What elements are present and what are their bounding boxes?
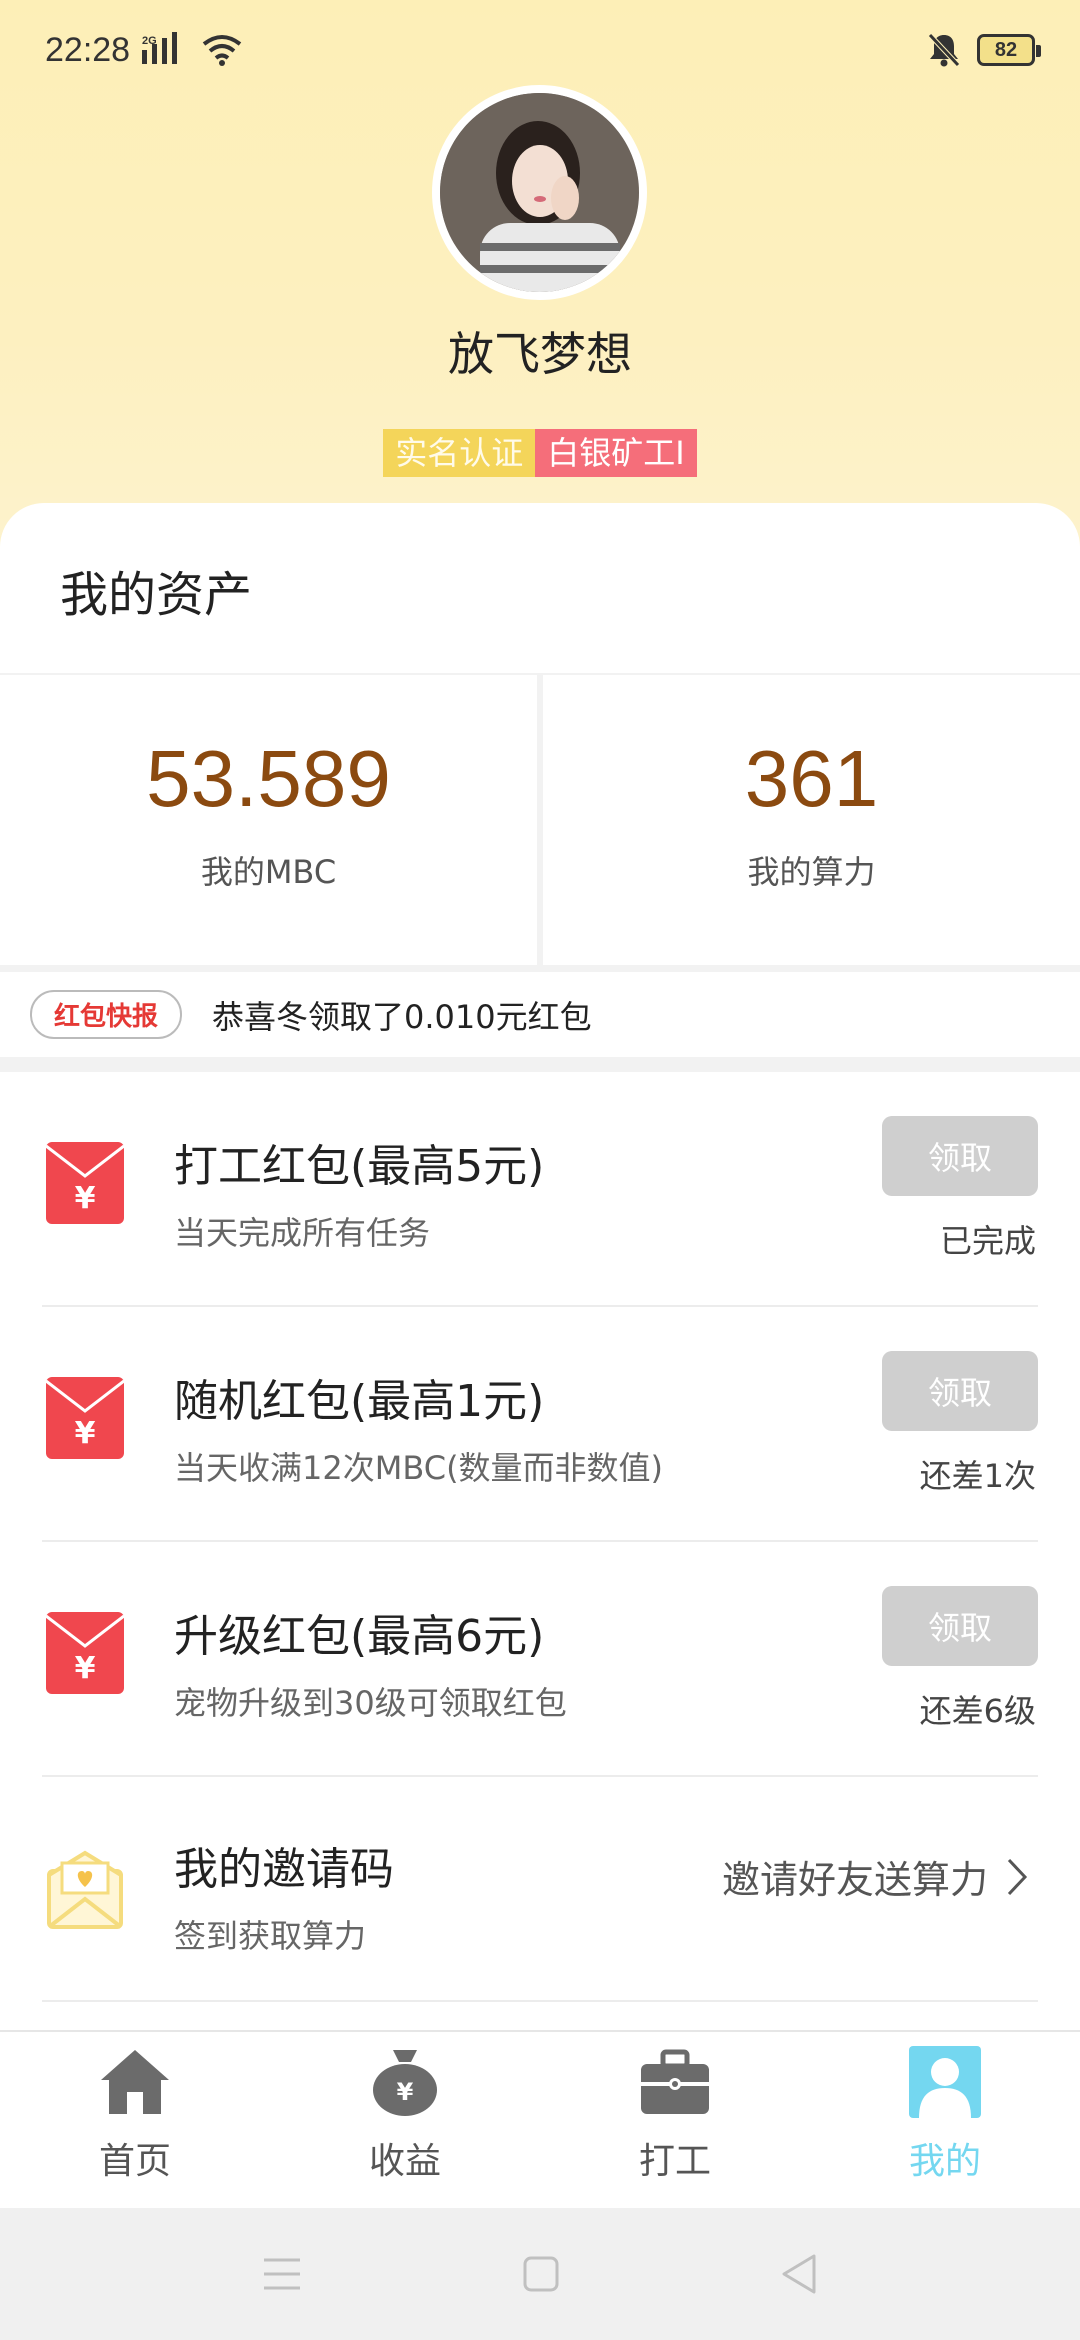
task-title: 随机红包(最高1元) xyxy=(174,1376,545,1427)
money-bag-icon: ¥ xyxy=(373,2050,437,2116)
nav-label-work: 打工 xyxy=(638,2141,711,2182)
menu-icon[interactable] xyxy=(262,2256,302,2292)
assets-title: 我的资产 xyxy=(60,567,253,623)
divider xyxy=(42,2000,1038,2002)
red-envelope-icon: ¥ xyxy=(46,1612,124,1694)
svg-text:¥: ¥ xyxy=(75,1651,96,1686)
invite-subtitle: 签到获取算力 xyxy=(174,1917,367,1955)
nav-label-home: 首页 xyxy=(98,2141,171,2182)
task-list: ¥ 打工红包(最高5元) 当天完成所有任务 领取 已完成 ¥ 随机红包(最高1元… xyxy=(0,1072,1080,2030)
profile-icon xyxy=(909,2046,981,2118)
status-time: 22:28 xyxy=(45,30,131,69)
assets-card: 我的资产 xyxy=(0,503,1080,673)
power-value: 361 xyxy=(744,734,879,823)
ticker-tag: 红包快报 xyxy=(30,990,183,1039)
invite-row[interactable]: 我的邀请码 签到获取算力 邀请好友送算力 xyxy=(0,1777,1080,2002)
battery-indicator: 82 xyxy=(977,34,1041,66)
nav-label-earnings: 收益 xyxy=(368,2141,441,2182)
avatar-image xyxy=(440,93,639,292)
task-subtitle: 宠物升级到30级可领取红包 xyxy=(174,1684,567,1722)
system-nav-bar xyxy=(0,2208,1080,2340)
verified-badge[interactable]: 实名认证 xyxy=(383,429,536,477)
red-envelope-icon: ¥ xyxy=(46,1142,124,1224)
news-ticker: 红包快报 恭喜冬领取了0.010元红包 xyxy=(0,972,1080,1057)
bottom-nav: 首页 ¥ 收益 打工 我的 xyxy=(0,2030,1080,2208)
nav-item-mine[interactable]: 我的 xyxy=(810,2032,1080,2208)
nav-item-work[interactable]: 打工 xyxy=(540,2032,810,2208)
task-subtitle: 当天完成所有任务 xyxy=(174,1214,431,1252)
nav-item-earnings[interactable]: ¥ 收益 xyxy=(270,2032,540,2208)
home-square-icon[interactable] xyxy=(522,2255,560,2293)
task-title: 升级红包(最高6元) xyxy=(174,1611,545,1662)
wifi-icon xyxy=(202,35,242,66)
asset-stats: 53.589 我的MBC 361 我的算力 xyxy=(0,675,1080,965)
mbc-label: 我的MBC xyxy=(200,853,337,891)
svg-text:¥: ¥ xyxy=(75,1416,96,1451)
task-status: 还差6级 xyxy=(919,1692,1036,1730)
claim-button[interactable]: 领取 xyxy=(882,1351,1038,1431)
svg-text:¥: ¥ xyxy=(397,2078,414,2106)
red-envelope-icon: ¥ xyxy=(46,1377,124,1459)
claim-button[interactable]: 领取 xyxy=(882,1586,1038,1666)
invite-envelope-icon xyxy=(47,1850,123,1929)
back-triangle-icon[interactable] xyxy=(780,2253,818,2295)
invite-link[interactable]: 邀请好友送算力 xyxy=(722,1849,1028,1904)
task-status: 还差1次 xyxy=(919,1457,1036,1495)
list-item: ¥ 随机红包(最高1元) 当天收满12次MBC(数量而非数值) 领取 还差1次 xyxy=(0,1307,1080,1542)
mute-bell-icon xyxy=(928,33,960,67)
invite-link-label: 邀请好友送算力 xyxy=(721,1858,988,1902)
home-icon xyxy=(101,2050,169,2114)
username: 放飞梦想 xyxy=(448,327,632,381)
invite-title: 我的邀请码 xyxy=(174,1844,394,1895)
power-stat[interactable]: 361 我的算力 xyxy=(543,675,1080,965)
avatar[interactable] xyxy=(432,85,647,300)
badge-group: 实名认证 白银矿工I xyxy=(0,429,1080,477)
svg-text:¥: ¥ xyxy=(75,1181,96,1216)
nav-item-home[interactable]: 首页 xyxy=(0,2032,270,2208)
claim-button[interactable]: 领取 xyxy=(882,1116,1038,1196)
task-subtitle: 当天收满12次MBC(数量而非数值) xyxy=(174,1449,664,1487)
mbc-stat[interactable]: 53.589 我的MBC xyxy=(0,675,537,965)
ticker-text: 恭喜冬领取了0.010元红包 xyxy=(212,997,592,1036)
chevron-right-icon xyxy=(1007,1858,1028,1895)
level-badge[interactable]: 白银矿工I xyxy=(535,429,697,477)
list-item: ¥ 升级红包(最高6元) 宠物升级到30级可领取红包 领取 还差6级 xyxy=(0,1542,1080,1777)
mbc-value: 53.589 xyxy=(146,734,391,823)
briefcase-icon xyxy=(641,2049,709,2114)
task-status: 已完成 xyxy=(939,1222,1036,1260)
power-label: 我的算力 xyxy=(747,853,876,891)
nav-label-mine: 我的 xyxy=(908,2141,981,2182)
list-item: ¥ 打工红包(最高5元) 当天完成所有任务 领取 已完成 xyxy=(0,1072,1080,1307)
task-title: 打工红包(最高5元) xyxy=(174,1141,545,1192)
signal-icon: 2G xyxy=(142,32,178,64)
